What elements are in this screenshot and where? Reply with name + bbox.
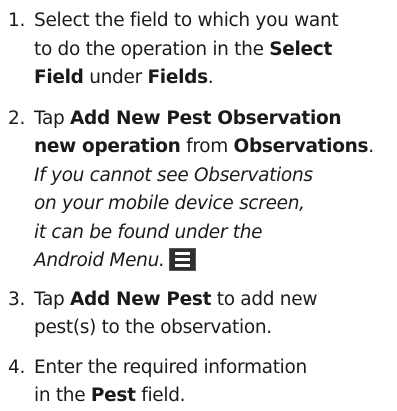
text: to add new — [211, 288, 318, 310]
text: . — [207, 67, 214, 88]
step-2: 2. Tap Add New Pest Observation new oper… — [0, 105, 397, 276]
add-new-pest-label: Add New Pest — [70, 288, 212, 310]
step-number: 4. — [8, 356, 26, 378]
new-operation-label: new operation — [34, 136, 181, 157]
text: Tap — [34, 107, 70, 129]
step-number: 3. — [8, 288, 26, 310]
text: from — [180, 136, 234, 157]
step-3: 3. Tap Add New Pest to add new pest(s) t… — [0, 286, 397, 343]
step-1: 1. Select the field to which you want to… — [0, 7, 397, 93]
instructions-document: 1. Select the field to which you want to… — [0, 0, 397, 406]
step-2-note-line-2: on your mobile device screen, — [34, 193, 305, 214]
select-field-label: Select — [269, 38, 333, 60]
fields-label: Fields — [147, 67, 208, 88]
step-1-line-1: Select the field to which you want — [34, 7, 397, 36]
step-1-line-3: Field under Fields. — [34, 64, 397, 93]
steps-list: 1. Select the field to which you want to… — [0, 7, 397, 411]
step-number: 2. — [8, 107, 26, 129]
step-4-line-2: in the Pest field. — [34, 382, 397, 411]
text: under — [83, 67, 148, 88]
text: to do the operation in the — [34, 38, 270, 60]
text: . — [368, 136, 374, 157]
android-menu-text: Android Menu. — [34, 250, 165, 271]
text: Tap — [34, 288, 70, 310]
text: Select the field to which you want — [34, 10, 339, 31]
step-3-line-1: Tap Add New Pest to add new — [34, 286, 397, 315]
step-number: 1. — [8, 10, 26, 31]
menu-icon — [168, 248, 196, 271]
step-4: 4. Enter the required information in the… — [0, 354, 397, 411]
step-2-line-2: new operation from Observations. — [34, 133, 397, 162]
step-2-line-1: Tap Add New Pest Observation — [34, 105, 397, 134]
select-field-label-cont: Field — [34, 67, 84, 88]
step-2-note-line-4: Android Menu. — [34, 247, 397, 276]
step-2-note-line-1: If you cannot see Observations — [34, 164, 313, 186]
step-4-line-1: Enter the required information — [34, 356, 307, 378]
step-3-line-2: pest(s) to the observation. — [34, 317, 272, 338]
step-2-note-line-3: it can be found under the — [34, 221, 263, 243]
step-1-line-2: to do the operation in the Select — [34, 36, 397, 65]
add-new-pest-observation-label: Add New Pest Observation — [70, 107, 342, 129]
observations-label: Observations — [233, 136, 369, 157]
